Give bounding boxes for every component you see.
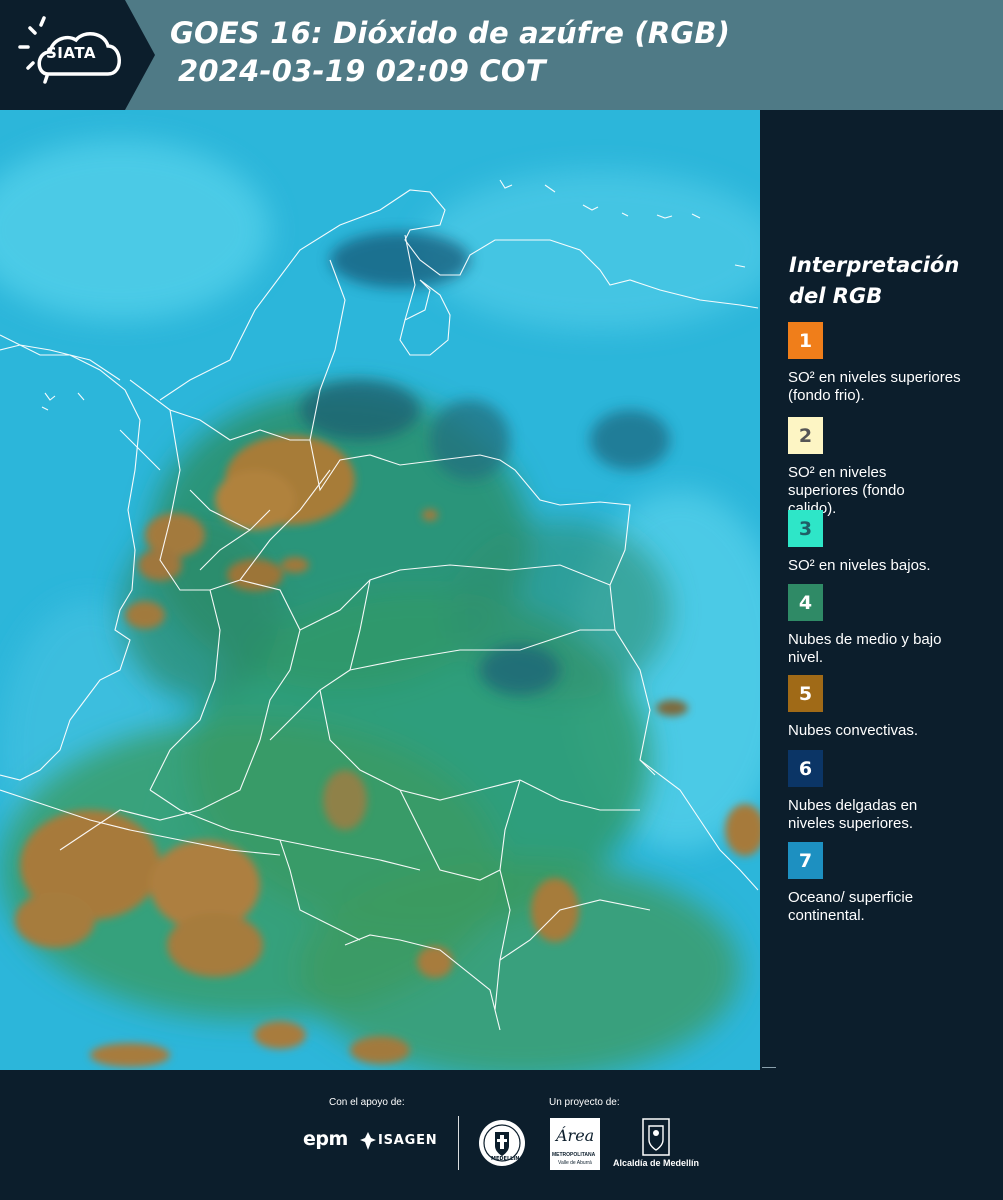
legend-item-1: 1 SO² en niveles superiores (fondo frio)… bbox=[788, 322, 998, 405]
legend-title: Interpretación del RGB bbox=[789, 253, 960, 308]
alcaldia-logo-text: Alcaldía de Medellín bbox=[613, 1158, 700, 1168]
legend-number-7: 7 bbox=[798, 849, 813, 872]
legend-item-7: 7 Oceano/ superficie continental. bbox=[788, 842, 998, 925]
legend-number-5: 5 bbox=[798, 682, 813, 705]
legend-swatch-1: 1 bbox=[788, 322, 823, 359]
area-logo-sub: METROPOLITANA bbox=[552, 1152, 596, 1158]
legend-item-4: 4 Nubes de medio y bajo nivel. bbox=[788, 584, 998, 667]
legend-text-6: Nubes delgadas en niveles superiores. bbox=[788, 797, 918, 832]
isagen-mark-icon bbox=[360, 1132, 376, 1150]
medellin-seal[interactable]: MEDELLÍN bbox=[478, 1118, 526, 1168]
epm-logo[interactable]: epm bbox=[303, 1128, 348, 1154]
footer: Con el apoyo de: Un proyecto de: epm ISA… bbox=[0, 1070, 1003, 1200]
support-label: Con el apoyo de: bbox=[329, 1097, 405, 1108]
legend-item-3: 3 SO² en niveles bajos. bbox=[788, 510, 998, 575]
legend-text-5: Nubes convectivas. bbox=[788, 722, 919, 739]
siata-logo-text: SIATA bbox=[46, 44, 97, 62]
legend-number-3: 3 bbox=[798, 517, 813, 540]
area-logo-title: Área bbox=[556, 1126, 595, 1145]
legend-item-2: 2 SO² en niveles superiores (fondo calid… bbox=[788, 417, 998, 518]
legend-number-2: 2 bbox=[798, 424, 813, 447]
header-bar: SIATA GOES 16: Dióxido de azúfre (RGB) 2… bbox=[0, 0, 1003, 110]
legend-text-3: SO² en niveles bajos. bbox=[788, 557, 931, 574]
footer-divider bbox=[458, 1116, 459, 1170]
legend-item-6: 6 Nubes delgadas en niveles superiores. bbox=[788, 750, 998, 833]
epm-logo-text: epm bbox=[303, 1128, 348, 1150]
satellite-map[interactable] bbox=[0, 110, 760, 1070]
project-label: Un proyecto de: bbox=[549, 1097, 620, 1108]
map-separator bbox=[762, 1067, 776, 1068]
legend-swatch-2: 2 bbox=[788, 417, 823, 454]
legend-swatch-5: 5 bbox=[788, 675, 823, 712]
legend-text-4: Nubes de medio y bajo nivel. bbox=[788, 631, 942, 666]
page-timestamp: 2024-03-19 02:09 COT bbox=[178, 54, 546, 88]
legend-number-4: 4 bbox=[798, 591, 813, 614]
legend-text-7: Oceano/ superficie continental. bbox=[788, 889, 914, 924]
isagen-logo-text: ISAGEN bbox=[378, 1133, 438, 1148]
alcaldia-crest-icon bbox=[642, 1118, 670, 1156]
legend-text-1: SO² en niveles superiores (fondo frio). bbox=[788, 369, 961, 404]
area-metropolitana-logo[interactable]: Área METROPOLITANA Valle de Aburrá bbox=[550, 1118, 600, 1170]
page-title: GOES 16: Dióxido de azúfre (RGB) bbox=[170, 16, 731, 50]
legend-item-5: 5 Nubes convectivas. bbox=[788, 675, 998, 740]
area-logo-sub2: Valle de Aburrá bbox=[558, 1160, 592, 1166]
legend-number-6: 6 bbox=[798, 757, 813, 780]
legend-swatch-6: 6 bbox=[788, 750, 823, 787]
siata-logo[interactable]: SIATA bbox=[0, 0, 155, 110]
alcaldia-logo[interactable]: Alcaldía de Medellín bbox=[610, 1118, 704, 1172]
legend-number-1: 1 bbox=[798, 329, 813, 352]
medellin-seal-text: MEDELLÍN bbox=[491, 1156, 520, 1162]
legend-swatch-4: 4 bbox=[788, 584, 823, 621]
legend-swatch-3: 3 bbox=[788, 510, 823, 547]
legend-swatch-7: 7 bbox=[788, 842, 823, 879]
